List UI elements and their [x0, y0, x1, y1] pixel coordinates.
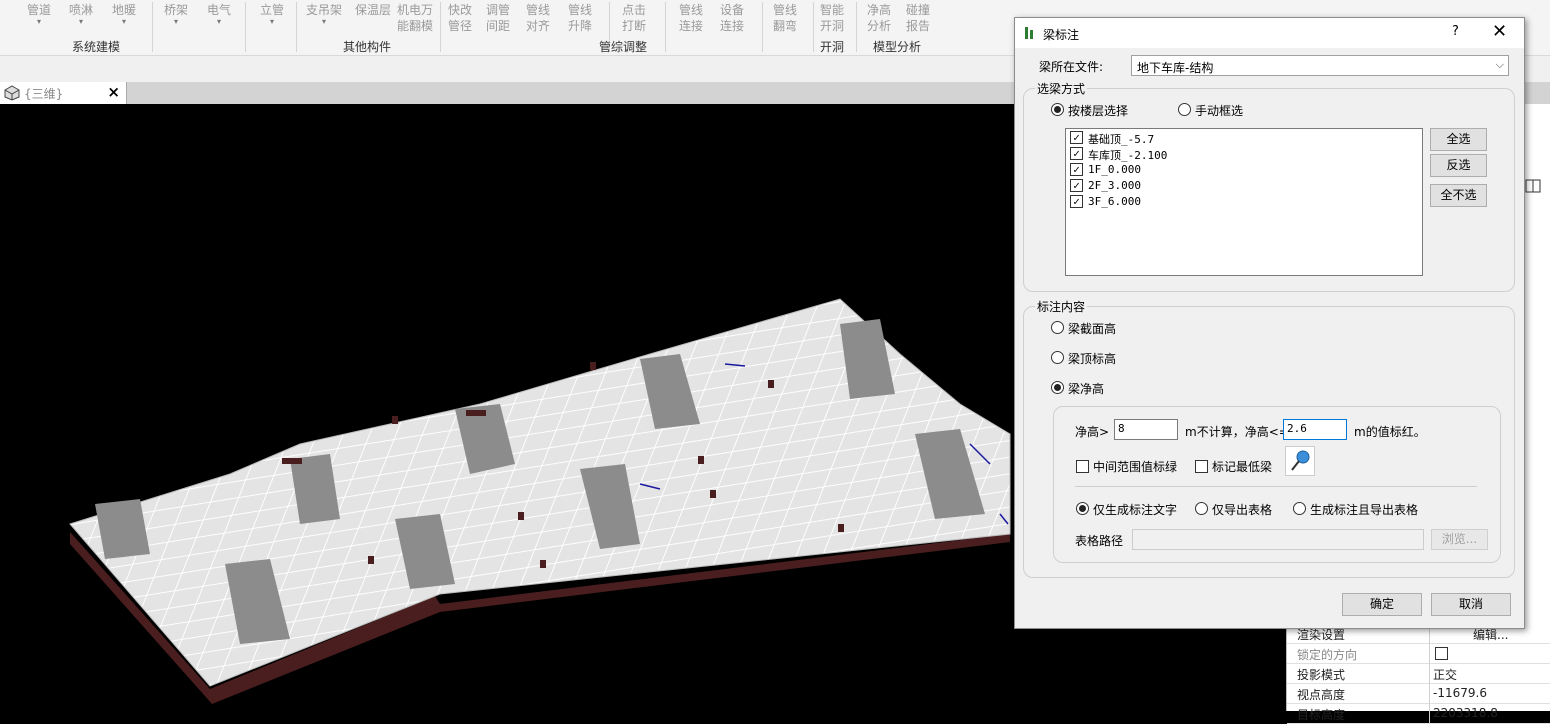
pick-beam-button[interactable]: [1285, 446, 1315, 476]
divider: [1075, 486, 1477, 487]
select-method-title: 选梁方式: [1035, 80, 1088, 97]
quick-change-diameter-button[interactable]: 快改 管径: [448, 2, 472, 34]
cancel-button[interactable]: 取消: [1431, 593, 1511, 616]
group-system-modeling: 系统建模: [72, 40, 121, 54]
pipe-connect-button[interactable]: 管线 连接: [679, 2, 703, 34]
pipe-align-button[interactable]: 管线 对齐: [526, 2, 550, 34]
pipe-raise-lower-button[interactable]: 管线 升降: [568, 2, 592, 34]
mark-lowest-checkbox[interactable]: [1195, 460, 1208, 473]
clear-gt-label: 净高>: [1075, 425, 1110, 439]
pin-icon: [1291, 450, 1310, 471]
ok-button[interactable]: 确定: [1342, 593, 1422, 616]
equipment-connect-button[interactable]: 设备 连接: [720, 2, 744, 34]
clear-end-label: m的值标红。: [1354, 425, 1426, 439]
close-tab-icon[interactable]: ×: [107, 83, 120, 101]
prop-row-target-elevation[interactable]: 目标高度 2203318.8: [1287, 704, 1550, 724]
dialog-title: 梁标注: [1043, 28, 1080, 42]
smart-opening-button[interactable]: 智能 开洞: [820, 2, 844, 34]
select-none-button[interactable]: 全不选: [1430, 184, 1487, 207]
clear-le-input[interactable]: 2.6: [1283, 419, 1347, 440]
group-other-components: 其他构件: [343, 40, 392, 54]
select-by-floor-label[interactable]: 按楼层选择: [1068, 102, 1128, 119]
click-break-button[interactable]: 点击 打断: [622, 2, 646, 34]
radio-top-elevation[interactable]: [1051, 351, 1064, 364]
floor-checkbox[interactable]: ✓: [1070, 163, 1083, 176]
clear-gt-input[interactable]: 8: [1114, 419, 1178, 440]
text-only-label[interactable]: 仅生成标注文字: [1093, 501, 1177, 518]
chevron-down-icon: ⌵: [1495, 58, 1504, 71]
table-only-label[interactable]: 仅导出表格: [1212, 501, 1272, 518]
riser-button[interactable]: 立管 ▾: [260, 2, 284, 26]
mark-lowest-label[interactable]: 标记最低梁: [1212, 458, 1272, 475]
radio-select-by-floor[interactable]: [1051, 103, 1064, 116]
invert-selection-button[interactable]: 反选: [1430, 154, 1487, 177]
radio-section-height[interactable]: [1051, 321, 1064, 334]
prop-row-lock-orientation[interactable]: 锁定的方向: [1287, 644, 1550, 664]
adjust-spacing-button[interactable]: 调管 间距: [486, 2, 510, 34]
sprinkler-button[interactable]: 喷淋 ▾: [69, 2, 93, 26]
close-button[interactable]: ✕: [1492, 21, 1507, 42]
both-label[interactable]: 生成标注且导出表格: [1310, 501, 1418, 518]
properties-type-icon: [1525, 179, 1541, 193]
clear-mid-label: m不计算，净高<=: [1185, 425, 1289, 439]
insulation-button[interactable]: 保温层: [355, 2, 391, 18]
group-pipe-adjust: 管综调整: [599, 40, 648, 54]
browse-button[interactable]: 浏览...: [1431, 529, 1488, 550]
lock-orientation-checkbox[interactable]: [1435, 647, 1448, 660]
help-button[interactable]: ?: [1452, 24, 1459, 39]
file-select[interactable]: 地下车库-结构 ⌵: [1131, 55, 1509, 76]
file-label: 梁所在文件:: [1039, 60, 1104, 74]
radio-both[interactable]: [1293, 502, 1306, 515]
beam-app-icon: [1025, 27, 1033, 39]
section-height-label[interactable]: 梁截面高: [1068, 320, 1116, 337]
clear-height-label[interactable]: 梁净高: [1068, 380, 1104, 397]
mep-conversion-button[interactable]: 机电万 能翻模: [397, 2, 433, 34]
pipe-bend-button[interactable]: 管线 翻弯: [773, 2, 797, 34]
floor-checkbox[interactable]: ✓: [1070, 147, 1083, 160]
clash-report-button[interactable]: 碰撞 报告: [906, 2, 930, 34]
mid-range-green-label[interactable]: 中间范围值标绿: [1093, 458, 1177, 475]
pipe-button[interactable]: 管道 ▾: [27, 2, 51, 26]
group-opening: 开洞: [820, 40, 845, 54]
floor-listbox[interactable]: ✓ 基础顶_-5.7 ✓ 车库顶_-2.100 ✓ 1F_0.000 ✓ 2F_3.00…: [1065, 128, 1423, 276]
beam-annotation-dialog: 梁标注 ? ✕ 梁所在文件: 地下车库-结构 ⌵ 选梁方式 按楼层选择 手动框选…: [1014, 17, 1525, 629]
table-path-label: 表格路径: [1075, 534, 1124, 548]
tab-label: {三维}: [24, 87, 64, 101]
floor-checkbox[interactable]: ✓: [1070, 131, 1083, 144]
select-all-button[interactable]: 全选: [1430, 128, 1487, 151]
select-manual-label[interactable]: 手动框选: [1195, 102, 1243, 119]
tab-3d-view[interactable]: {三维} ×: [0, 82, 127, 104]
clearance-analysis-button[interactable]: 净高 分析: [867, 2, 891, 34]
top-elevation-label[interactable]: 梁顶标高: [1068, 350, 1116, 367]
mid-range-green-checkbox[interactable]: [1076, 460, 1089, 473]
dialog-title-bar: 梁标注 ? ✕: [1015, 18, 1524, 48]
floor-checkbox[interactable]: ✓: [1070, 195, 1083, 208]
content-group-title: 标注内容: [1035, 298, 1088, 315]
group-model-analysis: 模型分析: [873, 40, 922, 54]
cable-tray-button[interactable]: 桥架 ▾: [164, 2, 188, 26]
floor-heating-button[interactable]: 地暖 ▾: [112, 2, 136, 26]
electrical-button[interactable]: 电气 ▾: [207, 2, 231, 26]
radio-select-manual[interactable]: [1178, 103, 1191, 116]
radio-clear-height[interactable]: [1051, 381, 1064, 394]
floor-checkbox[interactable]: ✓: [1070, 179, 1083, 192]
support-hanger-button[interactable]: 支吊架 ▾: [306, 2, 342, 26]
radio-text-only[interactable]: [1076, 502, 1089, 515]
3d-view-icon: [4, 85, 20, 101]
table-path-input[interactable]: [1132, 529, 1424, 550]
prop-row-eye-elevation[interactable]: 视点高度 -11679.6: [1287, 684, 1550, 704]
radio-table-only[interactable]: [1195, 502, 1208, 515]
prop-row-projection[interactable]: 投影模式 正交: [1287, 664, 1550, 684]
